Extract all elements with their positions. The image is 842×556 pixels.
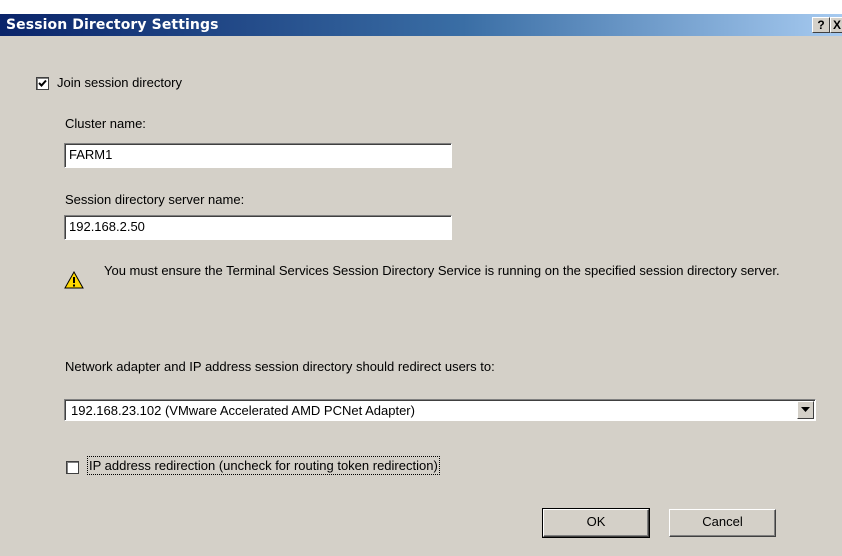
join-session-directory-label[interactable]: Join session directory [57,75,182,90]
dropdown-arrow-button[interactable] [797,401,814,419]
warning-icon [64,271,84,289]
server-name-input[interactable]: 192.168.2.50 [64,215,452,240]
window-title: Session Directory Settings [6,17,219,33]
network-adapter-select[interactable]: 192.168.23.102 (VMware Accelerated AMD P… [64,399,816,421]
session-directory-dialog: Session Directory Settings ? X Join sess… [0,14,842,556]
ip-redirection-label[interactable]: IP address redirection (uncheck for rout… [87,456,440,475]
join-session-directory-checkbox[interactable] [36,77,49,90]
cancel-button[interactable]: Cancel [669,509,776,537]
network-adapter-label: Network adapter and IP address session d… [65,359,495,374]
title-bar[interactable]: Session Directory Settings ? X [0,14,842,36]
server-name-label: Session directory server name: [65,192,245,207]
close-button[interactable]: X [830,17,842,33]
chevron-down-icon [801,407,810,412]
ip-redirection-checkbox[interactable] [66,461,79,474]
network-adapter-selected-value: 192.168.23.102 (VMware Accelerated AMD P… [71,403,415,418]
ok-button[interactable]: OK [542,508,650,538]
cluster-name-input[interactable]: FARM1 [64,143,452,168]
warning-text: You must ensure the Terminal Services Se… [104,263,780,278]
cluster-name-label: Cluster name: [65,116,146,131]
checkmark-icon [38,79,47,87]
help-button[interactable]: ? [812,17,830,33]
